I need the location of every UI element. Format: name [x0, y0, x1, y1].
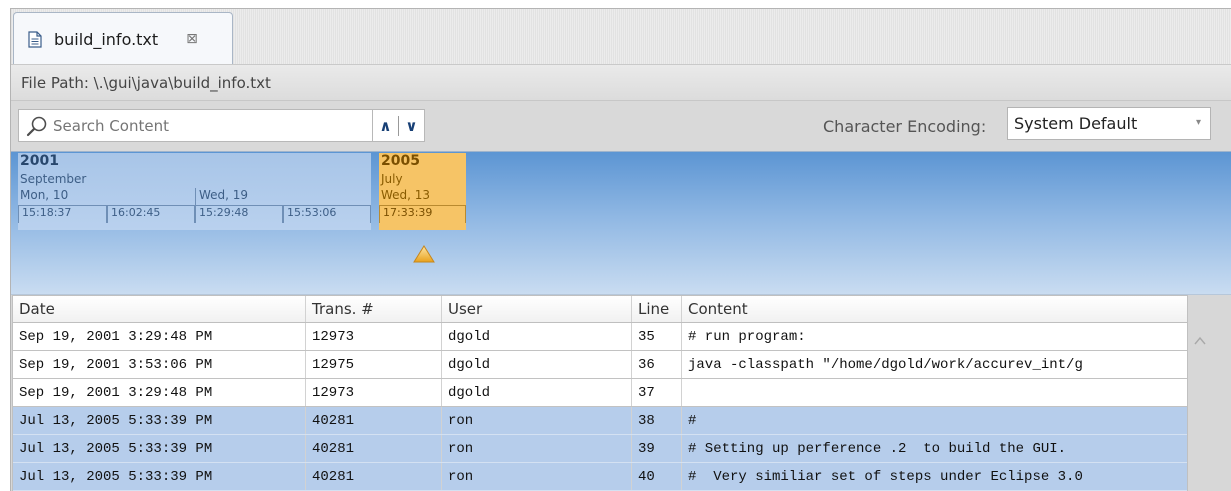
scroll-up-icon[interactable] [1193, 334, 1207, 348]
timeline-month: July [381, 172, 403, 186]
cell-content: # [688, 412, 697, 429]
timeline-time-selected[interactable]: 17:33:39 [379, 205, 466, 223]
table-row-selected[interactable]: Jul 13, 2005 5:33:39 PM 40281 ron 40 # V… [13, 463, 1187, 491]
encoding-select[interactable]: System Default ▾ [1007, 107, 1211, 140]
next-match-button[interactable]: ∨ [399, 117, 424, 135]
timeline-day: Wed, 19 [199, 188, 249, 202]
cell-user: dgold [442, 379, 632, 406]
file-path-text: File Path: \.\gui\java\build_info.txt [21, 73, 271, 92]
column-header-line[interactable]: Line [632, 296, 682, 322]
cell-content: # Setting up perference .2 to build the … [688, 440, 1067, 457]
cell-line: 39 [632, 435, 682, 462]
timeline-time[interactable]: 16:02:45 [107, 205, 195, 223]
previous-match-button[interactable]: ∧ [373, 117, 398, 135]
cell-line: 35 [632, 323, 682, 350]
encoding-label: Character Encoding: [823, 117, 987, 136]
search-box[interactable] [18, 109, 373, 142]
cell-user: dgold [442, 323, 632, 350]
cell-line: 37 [632, 379, 682, 406]
cell-trans: 12973 [306, 323, 442, 350]
timeline-year: 2005 [381, 153, 420, 169]
tab-build-info[interactable]: build_info.txt ⊠ [13, 12, 233, 65]
cell-user: ron [442, 407, 632, 434]
cell-date: Jul 13, 2005 5:33:39 PM [13, 463, 306, 490]
cell-content: # run program: [688, 328, 806, 345]
cell-trans: 12973 [306, 379, 442, 406]
cell-user: ron [442, 435, 632, 462]
cell-date: Sep 19, 2001 3:29:48 PM [13, 323, 306, 350]
timeline-group-2001[interactable]: 2001 September Mon, 10 Wed, 19 15:18:37 … [18, 153, 371, 230]
dropdown-arrow-icon: ▾ [1195, 117, 1201, 128]
timeline-time[interactable]: 15:53:06 [283, 205, 371, 223]
timeline-divider [195, 188, 196, 205]
table-row[interactable]: Sep 19, 2001 3:29:48 PM 12973 dgold 37 [13, 379, 1187, 407]
cell-user: dgold [442, 351, 632, 378]
column-header-date[interactable]: Date [13, 296, 306, 322]
search-toolbar: ∧ ∨ Character Encoding: System Default ▾ [11, 100, 1231, 151]
cell-date: Jul 13, 2005 5:33:39 PM [13, 435, 306, 462]
cell-line: 40 [632, 463, 682, 490]
timeline-time[interactable]: 15:29:48 [195, 205, 283, 223]
table-header: Date Trans. # User Line Content [13, 296, 1187, 323]
cell-trans: 40281 [306, 463, 442, 490]
cell-date: Jul 13, 2005 5:33:39 PM [13, 407, 306, 434]
table-row-selected[interactable]: Jul 13, 2005 5:33:39 PM 40281 ron 39 # S… [13, 435, 1187, 463]
cell-date: Sep 19, 2001 3:29:48 PM [13, 379, 306, 406]
table-row[interactable]: Sep 19, 2001 3:29:48 PM 12973 dgold 35 #… [13, 323, 1187, 351]
cell-trans: 40281 [306, 407, 442, 434]
timeline-month: September [20, 172, 87, 186]
column-header-content[interactable]: Content [682, 296, 1187, 322]
document-icon [28, 29, 44, 49]
table-row-selected[interactable]: Jul 13, 2005 5:33:39 PM 40281 ron 38 # [13, 407, 1187, 435]
tab-strip: build_info.txt ⊠ [11, 9, 1231, 65]
timeline-marker-icon[interactable] [413, 245, 435, 263]
search-input[interactable] [53, 116, 353, 135]
cell-line: 38 [632, 407, 682, 434]
timeline-time[interactable]: 15:18:37 [18, 205, 107, 223]
table-row[interactable]: Sep 19, 2001 3:53:06 PM 12975 dgold 36 j… [13, 351, 1187, 379]
cell-trans: 12975 [306, 351, 442, 378]
close-icon[interactable]: ⊠ [186, 31, 198, 47]
file-path-bar: File Path: \.\gui\java\build_info.txt [11, 64, 1231, 100]
search-nav: ∧ ∨ [373, 109, 425, 142]
timeline-year: 2001 [20, 153, 59, 169]
cell-line: 36 [632, 351, 682, 378]
timeline-day: Wed, 13 [381, 188, 431, 202]
timeline-group-2005[interactable]: 2005 July Wed, 13 17:33:39 [379, 153, 466, 230]
encoding-value: System Default [1014, 114, 1138, 133]
search-icon [25, 115, 49, 137]
cell-content [682, 379, 1187, 406]
cell-trans: 40281 [306, 435, 442, 462]
tab-label: build_info.txt [54, 29, 159, 49]
cell-user: ron [442, 463, 632, 490]
timeline-day: Mon, 10 [20, 188, 69, 202]
cell-content: # Very similiar set of steps under Eclip… [688, 468, 1083, 485]
annotate-table: Date Trans. # User Line Content Sep 19, … [12, 295, 1188, 491]
column-header-trans[interactable]: Trans. # [306, 296, 442, 322]
column-header-user[interactable]: User [442, 296, 632, 322]
cell-date: Sep 19, 2001 3:53:06 PM [13, 351, 306, 378]
editor-frame: build_info.txt ⊠ File Path: \.\gui\java\… [10, 8, 1231, 491]
cell-content: java -classpath "/home/dgold/work/accure… [688, 356, 1083, 373]
history-timeline: 2001 September Mon, 10 Wed, 19 15:18:37 … [11, 151, 1231, 295]
